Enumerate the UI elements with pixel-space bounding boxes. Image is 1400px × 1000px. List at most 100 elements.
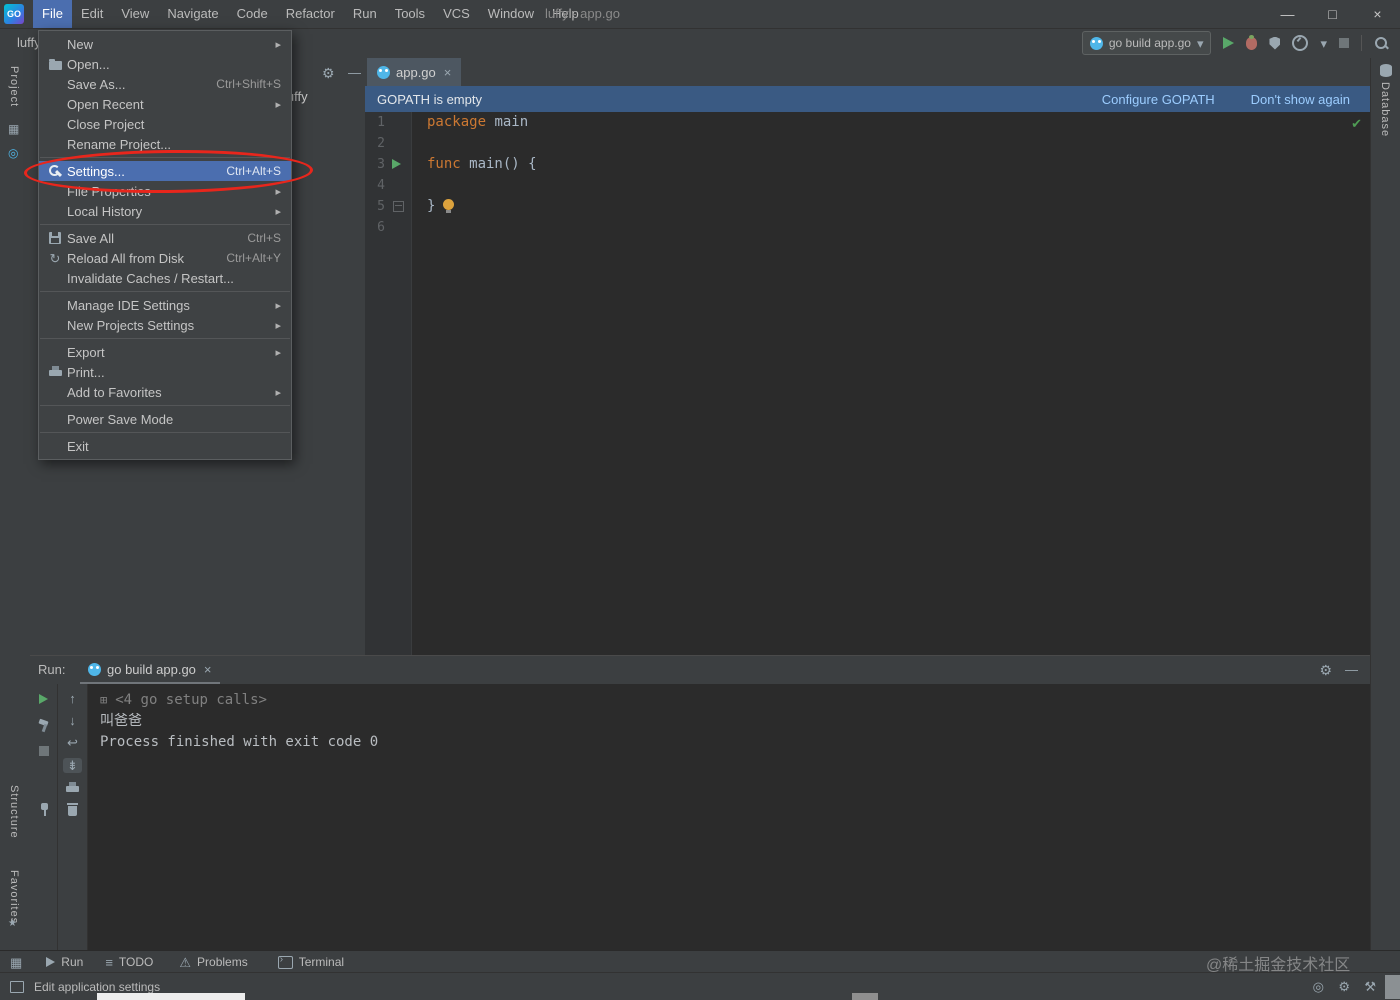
down-stack-button[interactable]: ↓ xyxy=(69,714,76,727)
menu-item-power-save-mode[interactable]: Power Save Mode xyxy=(39,409,291,429)
go-config-icon xyxy=(88,662,101,676)
configure-gopath-link[interactable]: Configure GOPATH xyxy=(1102,92,1215,107)
menu-tools[interactable]: Tools xyxy=(386,0,434,28)
fold-marker-icon[interactable] xyxy=(393,201,404,212)
menu-item-close-project[interactable]: Close Project xyxy=(39,114,291,134)
status-tools-icon[interactable]: ⚒ xyxy=(1364,973,1376,1000)
soft-wrap-button[interactable]: ↩ xyxy=(67,736,78,749)
build-button[interactable] xyxy=(37,718,51,732)
menu-item-local-history[interactable]: Local History ▸ xyxy=(39,201,291,221)
go-file-icon xyxy=(377,65,390,79)
status-gear-icon[interactable]: ⚙ xyxy=(1338,973,1350,1000)
line-number: 6 xyxy=(377,220,385,235)
stop-button[interactable] xyxy=(1339,38,1349,48)
up-stack-button[interactable]: ↑ xyxy=(69,692,76,705)
menu-item-manage-ide-settings[interactable]: Manage IDE Settings ▸ xyxy=(39,295,291,315)
menu-refactor[interactable]: Refactor xyxy=(277,0,344,28)
tool-stripe-project[interactable]: Project xyxy=(8,66,20,107)
taskbar-artifact xyxy=(852,993,878,1000)
run-tab-icon xyxy=(46,957,56,967)
project-minimize-icon[interactable]: — xyxy=(348,65,361,80)
toolbar-tab-problems[interactable]: ⚠ Problems xyxy=(179,955,247,969)
code-editor[interactable]: 1 package main 2 3 func main() { 4 5 } 6… xyxy=(365,112,1370,655)
terminal-icon xyxy=(277,954,293,969)
tool-stripe-structure[interactable]: Structure xyxy=(8,785,20,839)
search-everywhere-icon[interactable] xyxy=(1374,36,1388,50)
menu-item-invalidate-caches[interactable]: Invalidate Caches / Restart... xyxy=(39,268,291,288)
run-tab-go-build[interactable]: go build app.go × xyxy=(80,656,220,684)
problems-icon: ⚠ xyxy=(179,954,192,970)
maximize-button[interactable]: □ xyxy=(1310,0,1355,28)
resize-grip xyxy=(1385,975,1400,999)
dont-show-again-link[interactable]: Don't show again xyxy=(1251,92,1350,107)
menu-item-open[interactable]: Open... xyxy=(39,54,291,74)
go-config-icon xyxy=(1089,36,1103,50)
rerun-button[interactable] xyxy=(39,694,48,704)
coverage-button[interactable] xyxy=(1269,36,1281,50)
toolbar-tab-run[interactable]: Run xyxy=(46,955,83,969)
tool-stripe-database[interactable]: Database xyxy=(1379,82,1391,137)
console-toolbar: ↑ ↓ ↩ ⇟ xyxy=(58,684,88,951)
menu-file[interactable]: File xyxy=(33,0,72,28)
menu-window[interactable]: Window xyxy=(479,0,543,28)
run-console[interactable]: ⊞ <4 go setup calls> 叫爸爸 Process finished… xyxy=(88,684,1370,951)
database-icon[interactable] xyxy=(1380,64,1392,77)
menu-item-print[interactable]: Print... xyxy=(39,362,291,382)
menu-item-export[interactable]: Export ▸ xyxy=(39,342,291,362)
menu-edit[interactable]: Edit xyxy=(72,0,112,28)
run-config-select[interactable]: go build app.go ▾ xyxy=(1081,31,1212,55)
print-console-button[interactable] xyxy=(66,782,79,794)
menu-item-open-recent[interactable]: Open Recent ▸ xyxy=(39,94,291,114)
tool-window-switcher-icon[interactable]: ▦ xyxy=(10,956,22,969)
menu-vcs[interactable]: VCS xyxy=(434,0,479,28)
profiler-chevron-icon[interactable]: ▾ xyxy=(1320,37,1327,50)
intention-bulb-icon[interactable] xyxy=(443,199,455,213)
minimize-button[interactable]: — xyxy=(1265,0,1310,28)
taskbar-artifact xyxy=(97,993,245,1000)
close-button[interactable]: × xyxy=(1355,0,1400,28)
menu-navigate[interactable]: Navigate xyxy=(158,0,227,28)
file-menu-popup: New ▸ Open... Save As... Ctrl+Shift+S Op… xyxy=(38,30,292,460)
toolbar-tab-terminal[interactable]: Terminal xyxy=(277,954,344,969)
run-minimize-icon[interactable]: — xyxy=(1345,656,1358,684)
clear-console-button[interactable] xyxy=(67,803,78,816)
run-left-toolbar xyxy=(30,684,58,951)
menu-item-add-to-favorites[interactable]: Add to Favorites ▸ xyxy=(39,382,291,402)
tool-stripe-favorites[interactable]: Favorites xyxy=(8,870,20,924)
project-gear-icon[interactable]: ⚙ xyxy=(322,65,335,82)
stripe-star-icon[interactable]: ★ xyxy=(8,918,17,929)
menu-item-reload-all-from-disk[interactable]: ↻ Reload All from Disk Ctrl+Alt+Y xyxy=(39,248,291,268)
run-button[interactable] xyxy=(1223,37,1235,49)
expand-fold-icon[interactable]: ⊞ xyxy=(100,693,107,707)
toolbar-tab-todo[interactable]: ≡ TODO xyxy=(105,955,153,969)
debug-button[interactable] xyxy=(1246,34,1258,50)
menu-item-new-projects-settings[interactable]: New Projects Settings ▸ xyxy=(39,315,291,335)
menu-code[interactable]: Code xyxy=(228,0,277,28)
menu-view[interactable]: View xyxy=(112,0,158,28)
menu-item-save-as[interactable]: Save As... Ctrl+Shift+S xyxy=(39,74,291,94)
scroll-to-end-button[interactable]: ⇟ xyxy=(63,758,82,773)
run-tab-label: go build app.go xyxy=(107,661,196,677)
tab-close-icon[interactable]: × xyxy=(444,65,452,80)
folder-icon xyxy=(48,58,62,70)
stop-button-disabled[interactable] xyxy=(38,746,49,756)
pin-tab-button[interactable] xyxy=(38,802,50,816)
run-header: Run: go build app.go × ⚙ — xyxy=(30,656,1370,685)
stripe-folder-icon[interactable]: ▦ xyxy=(8,122,19,136)
submenu-arrow-icon: ▸ xyxy=(275,205,281,218)
status-mute-icon[interactable]: ◎ xyxy=(1313,973,1324,1000)
menu-run[interactable]: Run xyxy=(344,0,386,28)
menu-item-save-all[interactable]: Save All Ctrl+S xyxy=(39,228,291,248)
profiler-button[interactable] xyxy=(1292,35,1309,51)
run-main-gutter-icon[interactable] xyxy=(392,159,401,169)
stripe-commit-icon[interactable]: ◎ xyxy=(8,146,18,160)
app-logo-icon: GO xyxy=(4,4,24,24)
editor-tab-appgo[interactable]: app.go × xyxy=(367,58,462,86)
menu-item-new[interactable]: New ▸ xyxy=(39,34,291,54)
menu-item-exit[interactable]: Exit xyxy=(39,436,291,456)
run-tab-close-icon[interactable]: × xyxy=(204,662,212,677)
code-line: 4 xyxy=(365,175,1370,196)
menu-separator xyxy=(40,224,290,225)
code-line: 5 } xyxy=(365,196,1370,217)
run-settings-gear-icon[interactable]: ⚙ xyxy=(1319,656,1332,684)
